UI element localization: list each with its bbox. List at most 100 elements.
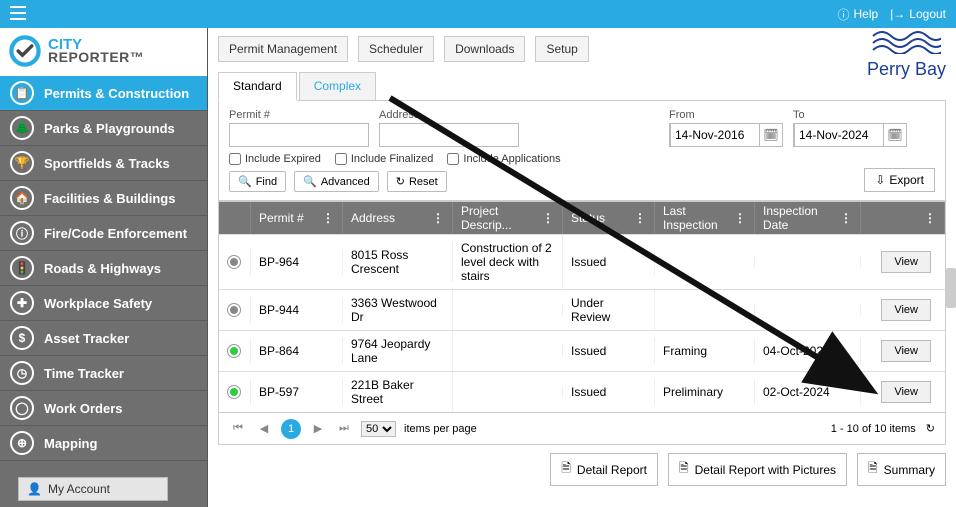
cell-address: 9764 Jeopardy Lane — [343, 331, 453, 371]
detail-report-pictures-button[interactable]: 🗎Detail Report with Pictures — [668, 453, 847, 486]
permit-number-input[interactable] — [229, 123, 369, 147]
detail-report-button[interactable]: 🗎Detail Report — [550, 453, 658, 486]
cell-description — [453, 304, 563, 316]
cell-address: 3363 Westwood Dr — [343, 290, 453, 330]
cell-inspection-date — [755, 256, 861, 268]
org-brand: Perry Bay — [867, 30, 946, 80]
view-button[interactable]: View — [881, 299, 931, 321]
sidebar-item-label: Sportfields & Tracks — [44, 156, 170, 171]
sidebar-item-time-tracker[interactable]: ◷Time Tracker — [0, 356, 207, 391]
include-applications-checkbox[interactable]: Include Applications — [447, 153, 560, 165]
calendar-icon[interactable]: 🗓 — [884, 128, 906, 142]
col-description[interactable]: Project Descrip... — [461, 204, 542, 232]
column-menu-icon[interactable]: ⋮ — [840, 211, 852, 225]
orders-icon: ◯ — [10, 396, 34, 420]
cell-description — [453, 345, 563, 357]
cell-address: 221B Baker Street — [343, 372, 453, 412]
cell-description: Construction of 2 level deck with stairs — [453, 235, 563, 289]
permit-management-button[interactable]: Permit Management — [218, 36, 348, 62]
sidebar-item-facilities-buildings[interactable]: 🏠Facilities & Buildings — [0, 181, 207, 216]
row-status-dot[interactable] — [227, 303, 241, 317]
include-expired-checkbox[interactable]: Include Expired — [229, 153, 321, 165]
scrollbar[interactable] — [946, 268, 956, 308]
find-button[interactable]: 🔍Find — [229, 171, 286, 192]
pager-last-icon[interactable]: ⏭ — [335, 420, 353, 438]
summary-button[interactable]: 🗎Summary — [857, 453, 946, 486]
column-menu-icon[interactable]: ⋮ — [542, 211, 554, 225]
sidebar-item-roads-highways[interactable]: 🚦 Roads & Highways — [0, 251, 207, 286]
sidebar-item-work-orders[interactable]: ◯Work Orders — [0, 391, 207, 426]
cell-last-inspection: Preliminary — [655, 379, 755, 405]
permit-number-label: Permit # — [229, 109, 369, 121]
from-date-input[interactable] — [670, 123, 760, 147]
page-size-select[interactable]: 50 — [361, 421, 396, 437]
row-status-dot[interactable] — [227, 344, 241, 358]
downloads-button[interactable]: Downloads — [444, 36, 525, 62]
org-name: Perry Bay — [867, 59, 946, 80]
help-link[interactable]: ⓘHelp — [837, 6, 878, 23]
sidebar-item-sportfields-tracks[interactable]: 🏆Sportfields & Tracks — [0, 146, 207, 181]
cell-last-inspection — [655, 304, 755, 316]
column-menu-icon[interactable]: ⋮ — [634, 211, 646, 225]
cell-last-inspection: Framing — [655, 338, 755, 364]
my-account-button[interactable]: 👤 My Account — [18, 477, 168, 501]
sidebar-item-parks-playgrounds[interactable]: 🌲Parks & Playgrounds — [0, 111, 207, 146]
row-status-dot[interactable] — [227, 385, 241, 399]
cell-permit: BP-597 — [251, 379, 343, 405]
sidebar-item-asset-tracker[interactable]: $Asset Tracker — [0, 321, 207, 356]
to-date-input[interactable] — [794, 123, 884, 147]
col-last-inspection[interactable]: Last Inspection — [663, 204, 734, 232]
sidebar-item-workplace-safety[interactable]: ✚Workplace Safety — [0, 286, 207, 321]
sidebar-item-permits-construction[interactable]: 📋Permits & Construction — [0, 76, 207, 111]
sidebar-item-mapping[interactable]: ⊕Mapping — [0, 426, 207, 461]
permits-table: Permit #⋮ Address⋮ Project Descrip...⋮ S… — [218, 201, 946, 413]
cell-permit: BP-864 — [251, 338, 343, 364]
calendar-icon[interactable]: 🗓 — [760, 128, 782, 142]
cell-permit: BP-964 — [251, 249, 343, 275]
cell-last-inspection — [655, 256, 755, 268]
col-inspection-date[interactable]: Inspection Date — [763, 204, 840, 232]
column-menu-icon[interactable]: ⋮ — [924, 211, 936, 225]
sidebar-item-fire-code-enforcement[interactable]: ⓘFire/Code Enforcement — [0, 216, 207, 251]
scheduler-button[interactable]: Scheduler — [358, 36, 434, 62]
logout-link[interactable]: |→Logout — [890, 7, 946, 21]
reset-button[interactable]: ↻Reset — [387, 171, 447, 192]
sidebar-item-label: Roads & Highways — [44, 261, 161, 276]
advanced-button[interactable]: 🔍Advanced — [294, 171, 379, 192]
table-row: BP-597221B Baker Street IssuedPreliminary… — [219, 371, 945, 412]
setup-button[interactable]: Setup — [535, 36, 588, 62]
column-menu-icon[interactable]: ⋮ — [322, 211, 334, 225]
traffic-icon: 🚦 — [10, 256, 34, 280]
pager: ⏮ ◀ 1 ▶ ⏭ 50 items per page 1 - 10 of 10… — [218, 413, 946, 445]
view-button[interactable]: View — [881, 340, 931, 362]
logout-label: Logout — [909, 7, 946, 21]
tab-complex[interactable]: Complex — [299, 72, 376, 101]
col-address[interactable]: Address — [351, 211, 395, 225]
table-row: BP-8649764 Jeopardy LaneIssuedFraming04-… — [219, 330, 945, 371]
pager-prev-icon[interactable]: ◀ — [255, 420, 273, 438]
pager-next-icon[interactable]: ▶ — [309, 420, 327, 438]
refresh-icon[interactable]: ↻ — [926, 422, 935, 435]
export-button[interactable]: ⇩Export — [864, 168, 935, 192]
include-finalized-checkbox[interactable]: Include Finalized — [335, 153, 434, 165]
help-label: Help — [853, 7, 878, 21]
column-menu-icon[interactable]: ⋮ — [432, 211, 444, 225]
hamburger-icon[interactable] — [10, 6, 26, 23]
tab-standard[interactable]: Standard — [218, 72, 297, 101]
address-input[interactable] — [379, 123, 519, 147]
sidebar-item-label: Asset Tracker — [44, 331, 129, 346]
col-permit[interactable]: Permit # — [259, 211, 304, 225]
user-icon: 👤 — [27, 482, 42, 496]
pager-first-icon[interactable]: ⏮ — [229, 420, 247, 438]
cell-status: Under Review — [563, 290, 655, 330]
column-menu-icon[interactable]: ⋮ — [734, 211, 746, 225]
pager-current[interactable]: 1 — [281, 419, 301, 439]
view-button[interactable]: View — [881, 381, 931, 403]
my-account-label: My Account — [48, 482, 110, 496]
cell-status: Issued — [563, 379, 655, 405]
row-status-dot[interactable] — [227, 255, 241, 269]
view-button[interactable]: View — [881, 251, 931, 273]
address-label: Address — [379, 109, 519, 121]
sidebar-item-label: Parks & Playgrounds — [44, 121, 175, 136]
col-status[interactable]: Status — [571, 211, 605, 225]
